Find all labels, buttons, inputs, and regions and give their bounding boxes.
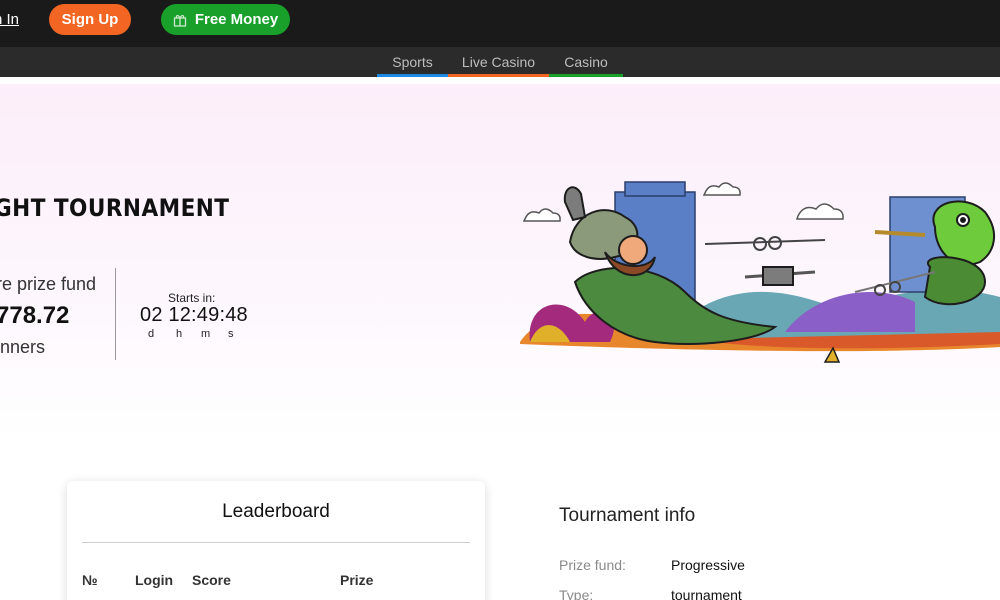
column-header-number: № [82,572,98,588]
info-label-prize-fund: Prize fund: [559,557,626,573]
leaderboard-title: Leaderboard [222,501,330,522]
countdown-timer: 02 12:49:48 [140,304,248,326]
leaderboard-card: Leaderboard № Login Score Prize [67,481,485,600]
top-bar: n In Sign Up Free Money [0,0,1000,47]
hero-divider [115,268,116,360]
countdown-unit-seconds: s [228,328,234,340]
info-value-type: tournament [671,587,742,600]
free-money-button[interactable]: Free Money [161,4,290,35]
leaderboard-divider [82,542,470,543]
gift-icon [173,13,187,27]
nav-tab-label: Casino [564,54,608,70]
column-header-score: Score [192,572,231,588]
nav-tab-live-casino[interactable]: Live Casino [448,47,549,77]
tournament-illustration [515,172,1000,372]
info-value-prize-fund: Progressive [671,557,745,573]
countdown-unit-minutes: m [201,328,211,340]
tournament-hero: GHT TOURNAMENT re prize fund 778.72 inne… [0,84,1000,440]
nav-tab-casino[interactable]: Casino [549,47,623,77]
prize-fund-value: 778.72 [0,302,70,329]
nav-tab-label: Sports [392,54,433,70]
winners-label: inners [0,337,46,357]
sign-in-link[interactable]: n In [0,11,19,28]
column-header-prize: Prize [340,572,374,588]
prize-fund-label: re prize fund [0,274,97,294]
nav-tab-label: Live Casino [461,54,536,70]
countdown-unit-hours: h [176,328,183,340]
tournament-info-title: Tournament info [559,505,696,526]
nav-bar: Sports Live Casino Casino [0,47,1000,77]
info-label-type: Type: [559,587,594,600]
nav-tab-underline [448,74,549,77]
nav-tab-sports[interactable]: Sports [377,47,448,77]
column-header-login: Login [135,572,174,588]
free-money-label: Free Money [194,11,279,28]
tournament-title: GHT TOURNAMENT [0,194,230,222]
countdown-unit-days: d [148,328,155,340]
starts-in-label: Starts in: [168,291,216,305]
nav-tab-underline [549,74,623,77]
nav-tab-underline [377,74,448,77]
sign-up-button[interactable]: Sign Up [49,4,131,35]
